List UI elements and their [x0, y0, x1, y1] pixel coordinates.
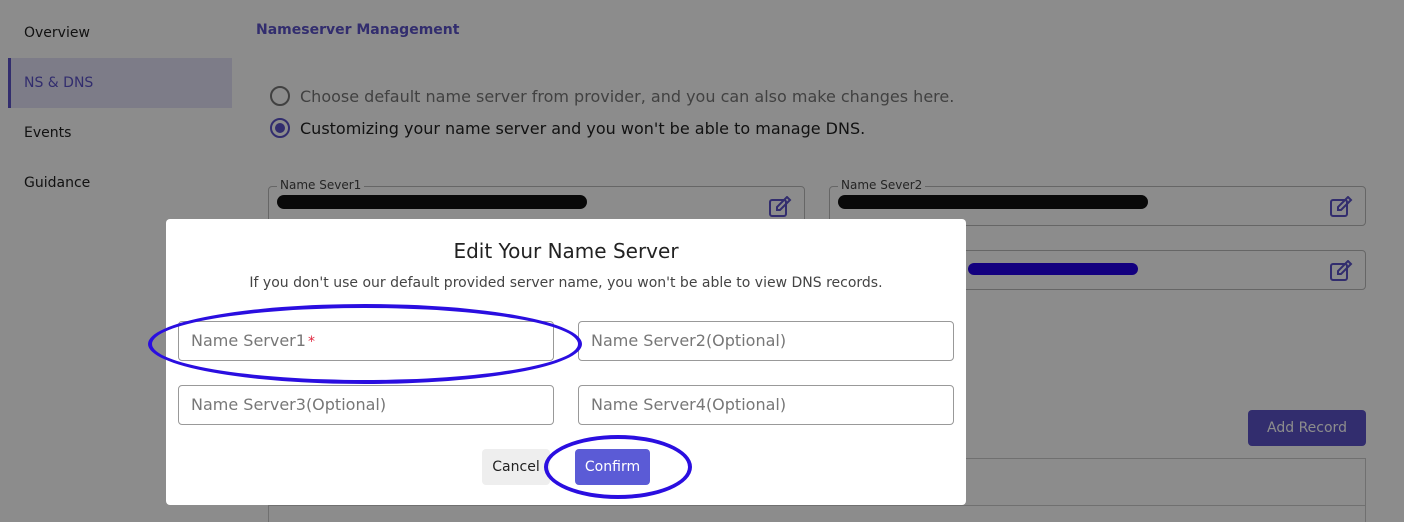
annotation-ring-ns1 — [148, 304, 582, 384]
annotation-ring-confirm — [544, 435, 692, 499]
modal-subtitle: If you don't use our default provided se… — [249, 275, 883, 291]
ns2-input[interactable]: Name Server2(Optional) — [578, 321, 954, 361]
modal-title: Edit Your Name Server — [453, 239, 679, 263]
ns3-input[interactable]: Name Server3(Optional) — [178, 385, 554, 425]
ns4-placeholder: Name Server4(Optional) — [591, 395, 787, 414]
ns2-placeholder: Name Server2(Optional) — [591, 331, 787, 350]
ns3-placeholder: Name Server3(Optional) — [191, 395, 387, 414]
cancel-button[interactable]: Cancel — [482, 449, 550, 485]
ns4-input[interactable]: Name Server4(Optional) — [578, 385, 954, 425]
